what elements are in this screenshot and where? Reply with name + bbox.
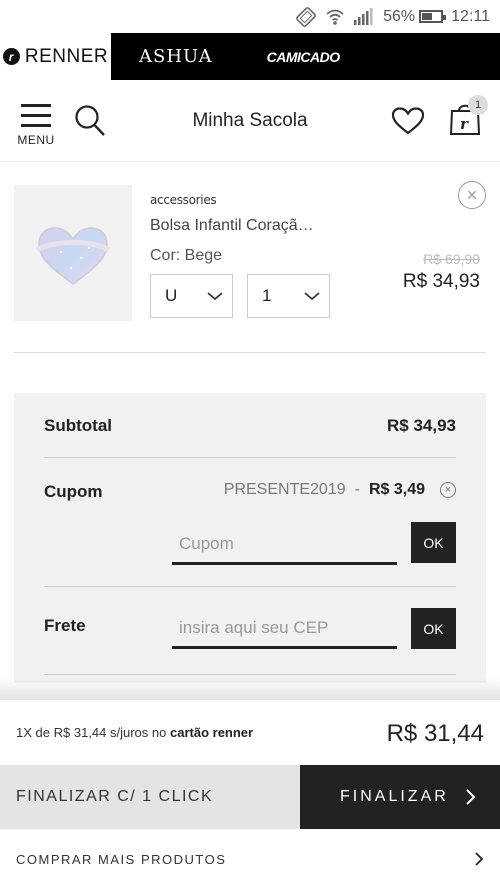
brand-renner-label: RENNER (24, 45, 109, 67)
wishlist-button[interactable] (391, 107, 425, 140)
remove-item-button[interactable]: × (458, 181, 486, 209)
buy-more-products-link[interactable]: COMPRAR MAIS PRODUTOS (0, 829, 500, 889)
order-total: R$ 31,44 (386, 720, 484, 747)
quantity-value: 1 (262, 286, 272, 305)
brand-dark-section: ASHUA CAMICADO (111, 33, 500, 80)
battery-indicator: 56% (383, 7, 447, 26)
cep-ok-button[interactable]: OK (411, 608, 456, 649)
brand-camicado[interactable]: CAMICADO (267, 49, 341, 65)
coupon-label: Cupom (44, 482, 103, 501)
coupon-code: PRESENTE2019 (223, 481, 346, 498)
battery-icon (419, 10, 447, 23)
header: MENU Minha Sacola r 1 (0, 80, 500, 162)
product-brand: accessories (150, 193, 217, 207)
brand-ashua[interactable]: ASHUA (139, 46, 213, 67)
product-price: R$ 34,93 (402, 271, 480, 292)
chevron-right-icon (466, 789, 476, 805)
close-icon: × (466, 184, 478, 205)
installment-value: R$ 31,44 (53, 725, 107, 740)
subtotal-label: Subtotal (44, 416, 112, 435)
page-title: Minha Sacola (192, 109, 308, 131)
renner-logo-icon: r (2, 48, 20, 65)
subtotal-value: R$ 34,93 (387, 416, 456, 435)
size-select[interactable]: U (150, 274, 233, 318)
product-image[interactable] (14, 185, 132, 321)
screen-rotate-icon (295, 6, 317, 28)
coupon-separator: - (354, 481, 360, 498)
remove-coupon-icon[interactable]: × (440, 482, 456, 498)
old-price: R$ 69,90 (423, 251, 480, 267)
coupon-input[interactable]: Cupom (172, 523, 397, 565)
clock: 12:11 (451, 7, 490, 25)
chevron-down-icon (304, 292, 320, 301)
cep-input[interactable]: insira aqui seu CEP (172, 607, 397, 649)
brand-bar: r RENNER ASHUA CAMICADO (0, 33, 500, 80)
applied-coupon: PRESENTE2019 - R$ 3,49 × (224, 481, 456, 499)
heart-icon (391, 107, 425, 135)
size-value: U (165, 286, 178, 305)
one-click-label: FINALIZAR C/ 1 CLICK (16, 788, 214, 805)
quantity-select[interactable]: 1 (247, 274, 330, 318)
status-bar: 56% 12:11 (0, 0, 500, 33)
order-summary: Subtotal R$ 34,93 Cupom PRESENTE2019 - R… (14, 393, 486, 683)
product-name[interactable]: Bolsa Infantil Coraçã… (150, 217, 314, 235)
more-products-label: COMPRAR MAIS PRODUTOS (16, 851, 227, 867)
installment-prefix: 1X de (16, 725, 50, 740)
subtotal-row: Subtotal R$ 34,93 (44, 393, 456, 458)
signal-icon (353, 7, 375, 26)
footer-shadow (0, 678, 500, 702)
bag-button[interactable]: r 1 (448, 95, 488, 141)
installment-suffix: s/juros no (110, 725, 167, 740)
wifi-icon (325, 8, 345, 26)
installment-info: 1X de R$ 31,44 s/juros no cartão renner (16, 725, 253, 740)
menu-label: MENU (17, 133, 55, 147)
shipping-label: Frete (44, 616, 86, 635)
finalize-label: FINALIZAR (340, 788, 449, 805)
finalize-button[interactable]: FINALIZAR (300, 765, 500, 829)
cart-item: accessories Bolsa Infantil Coraçã… Cor: … (14, 181, 486, 353)
coupon-ok-button[interactable]: OK (411, 522, 456, 563)
coupon-discount: R$ 3,49 (368, 481, 425, 498)
brand-renner[interactable]: r RENNER (0, 33, 111, 80)
one-click-checkout-button[interactable]: FINALIZAR C/ 1 CLICK (0, 765, 300, 829)
installment-card: cartão renner (170, 725, 254, 740)
chevron-right-icon (475, 852, 484, 866)
product-color: Cor: Bege (150, 247, 223, 264)
shipping-row: Frete insira aqui seu CEP OK (44, 587, 456, 675)
battery-percent: 56% (383, 7, 416, 25)
coupon-row: Cupom PRESENTE2019 - R$ 3,49 × Cupom OK (44, 458, 456, 587)
bag-count-badge: 1 (468, 95, 488, 115)
chevron-down-icon (207, 292, 223, 301)
checkout-footer: 1X de R$ 31,44 s/juros no cartão renner … (0, 700, 500, 889)
svg-text:r: r (460, 115, 469, 133)
